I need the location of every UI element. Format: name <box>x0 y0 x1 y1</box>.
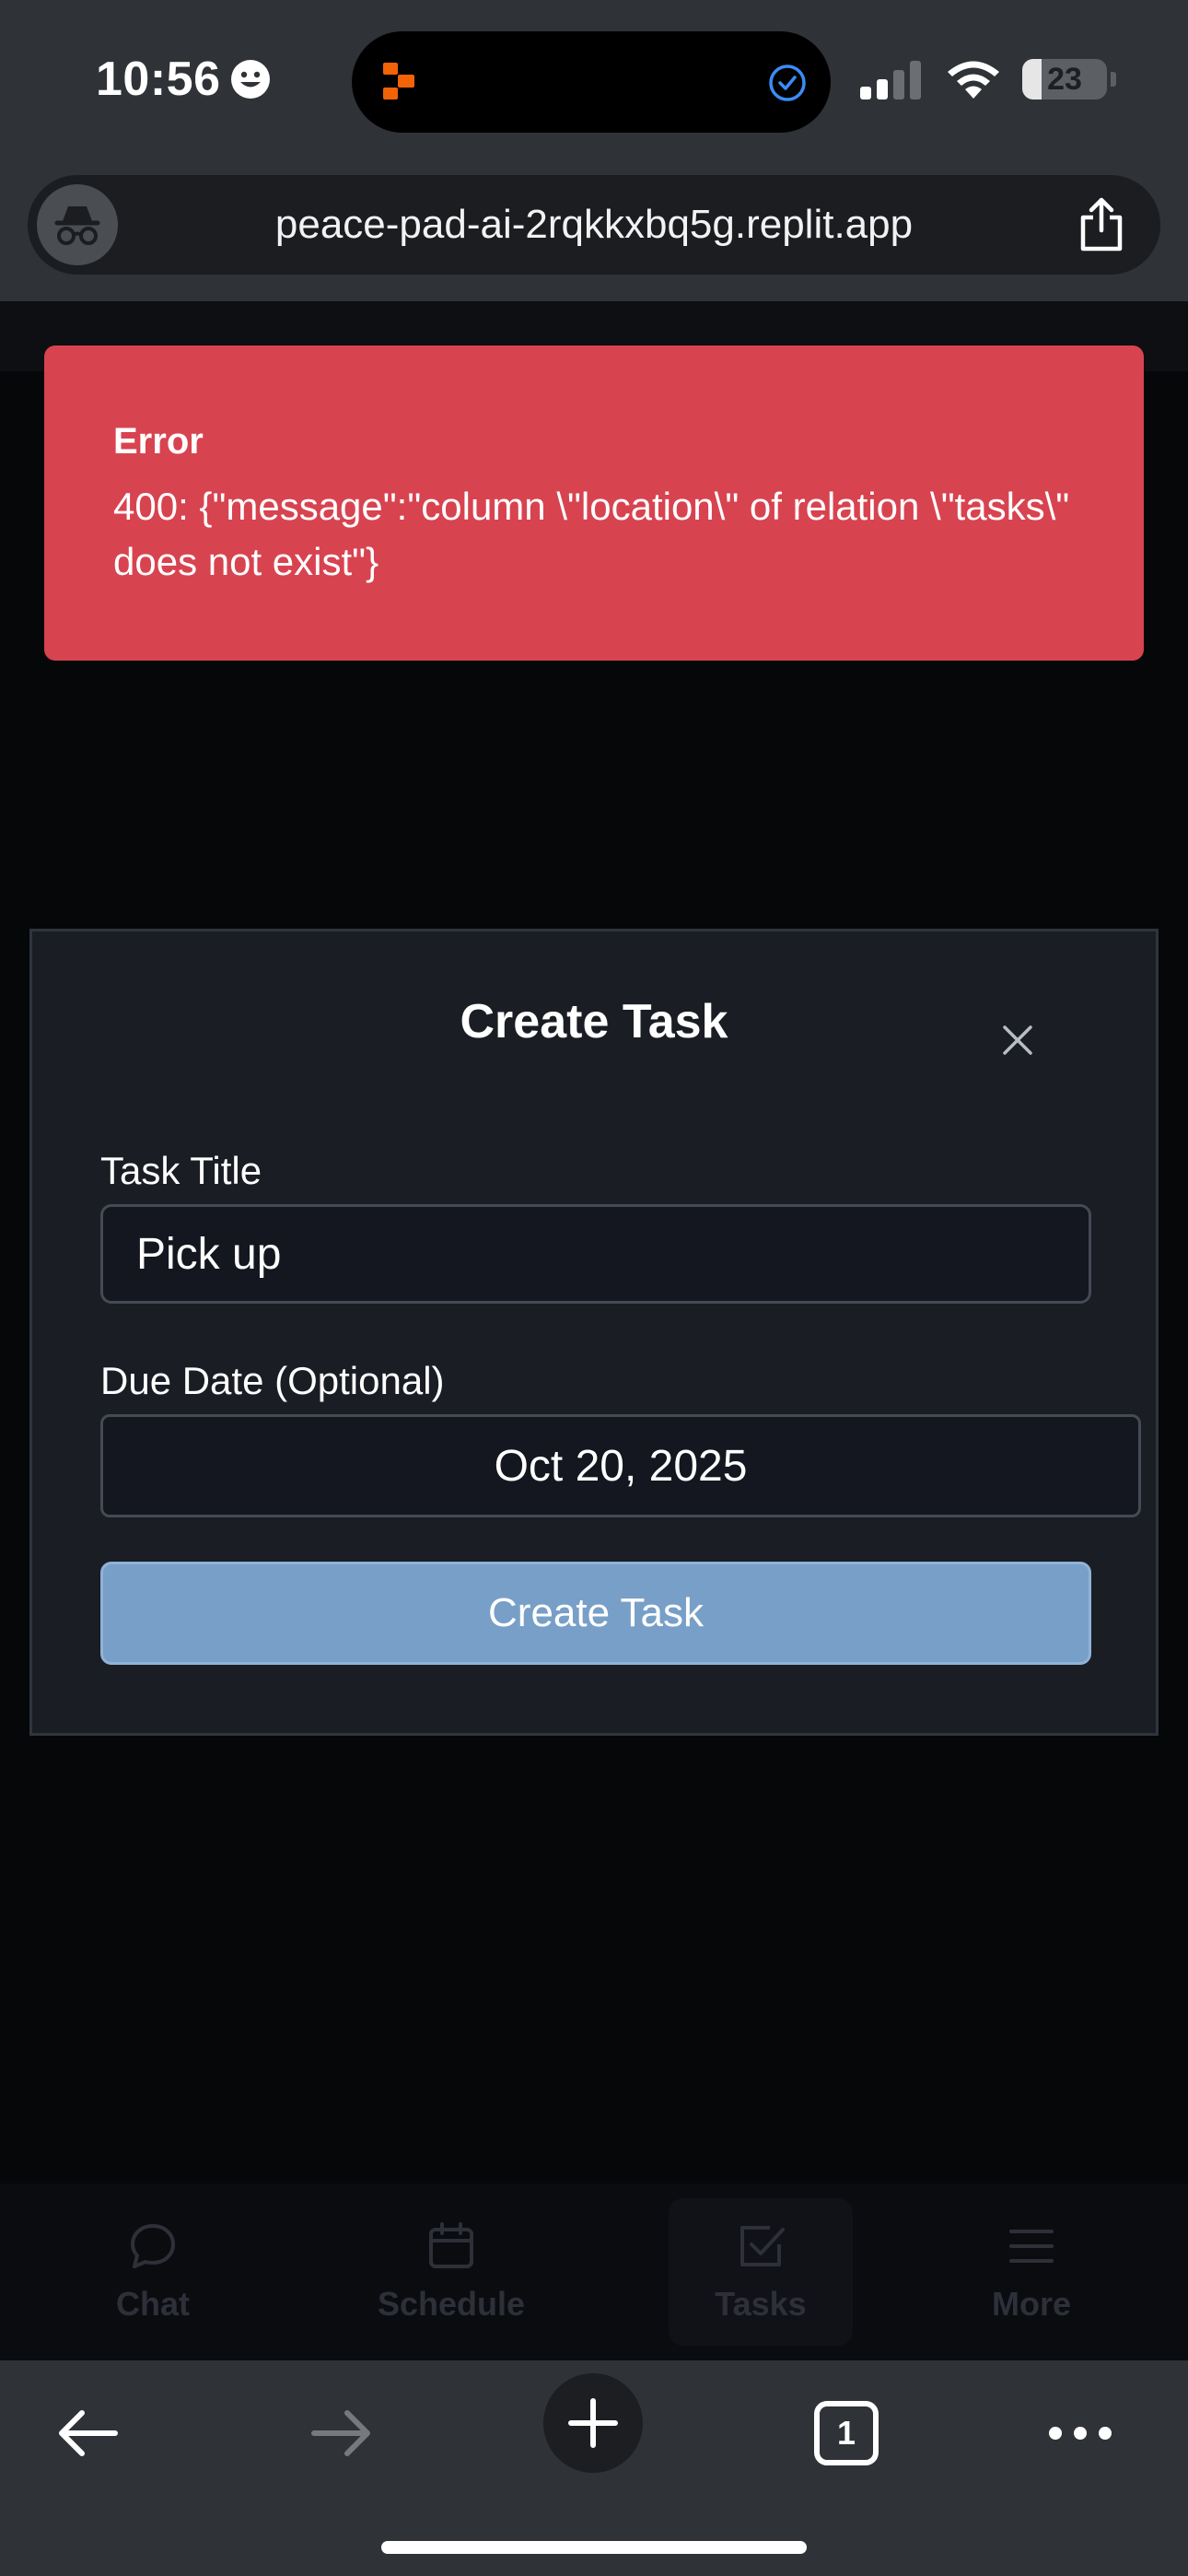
nav-label-more: More <box>991 2285 1071 2323</box>
due-date-value: Oct 20, 2025 <box>494 1441 748 1491</box>
dialog-title: Create Task <box>460 995 728 1048</box>
wifi-icon <box>948 61 999 99</box>
check-circle-icon <box>769 64 806 101</box>
nav-label-schedule: Schedule <box>377 2285 526 2323</box>
check-square-icon <box>740 2226 785 2266</box>
calendar-icon <box>429 2222 473 2268</box>
battery-level: 23 <box>1047 61 1082 97</box>
task-title-label: Task Title <box>100 1149 262 1192</box>
error-title: Error <box>113 421 204 462</box>
nav-item-chat[interactable]: Chat <box>61 2184 245 2360</box>
more-dots-icon <box>1049 2427 1112 2440</box>
status-indicators: 23 <box>858 53 1116 105</box>
incognito-icon[interactable] <box>37 184 118 265</box>
task-title-input[interactable] <box>100 1204 1091 1304</box>
due-date-picker[interactable]: Oct 20, 2025 <box>100 1414 1141 1517</box>
smiley-icon <box>230 60 270 99</box>
due-date-label: Due Date (Optional) <box>100 1359 445 1402</box>
app-bottom-nav: Chat Schedule Tasks More <box>0 2184 1188 2360</box>
signal-icon <box>860 61 921 100</box>
address-bar[interactable]: peace-pad-ai-2rqkkxbq5g.replit.app <box>28 175 1160 275</box>
nav-item-schedule[interactable]: Schedule <box>359 2184 543 2360</box>
forward-button[interactable] <box>291 2383 392 2484</box>
new-tab-button[interactable] <box>543 2373 643 2473</box>
dynamic-island <box>352 31 831 133</box>
battery-fill <box>1022 59 1042 100</box>
back-button[interactable] <box>37 2383 138 2484</box>
url-text[interactable]: peace-pad-ai-2rqkkxbq5g.replit.app <box>129 175 1059 275</box>
create-task-button[interactable]: Create Task <box>100 1562 1091 1665</box>
home-indicator[interactable] <box>381 2541 807 2554</box>
battery-icon: 23 <box>1022 59 1107 100</box>
close-icon[interactable] <box>997 1020 1038 1060</box>
forward-arrow-icon <box>311 2410 370 2456</box>
browser-top-bar: 10:56 23 peace-pad-ai-2rqkkxbq5g.replit.… <box>0 0 1188 301</box>
status-time-text: 10:56 <box>96 53 221 106</box>
tabs-icon: 1 <box>814 2401 879 2465</box>
error-message: 400: {"message":"column \"location\" of … <box>113 485 1070 583</box>
create-task-dialog: Create Task Task Title Due Date (Optiona… <box>29 929 1159 1736</box>
error-toast[interactable]: Error 400: {"message":"column \"location… <box>44 345 1144 661</box>
nav-label-tasks: Tasks <box>715 2285 807 2323</box>
chat-bubble-icon <box>131 2224 175 2268</box>
replit-logo-icon <box>383 63 414 100</box>
more-button[interactable] <box>1030 2383 1131 2484</box>
nav-item-more[interactable]: More <box>939 2184 1124 2360</box>
back-arrow-icon <box>59 2410 118 2456</box>
plus-icon <box>568 2398 618 2448</box>
battery-tip <box>1111 72 1116 87</box>
status-clock: 10:56 <box>96 46 271 112</box>
screen: 10:56 23 peace-pad-ai-2rqkkxbq5g.replit.… <box>0 0 1188 2576</box>
menu-icon <box>1009 2230 1054 2263</box>
nav-item-tasks[interactable]: Tasks <box>669 2198 853 2346</box>
share-icon[interactable] <box>1070 193 1133 256</box>
nav-label-chat: Chat <box>116 2285 190 2323</box>
tab-count: 1 <box>836 2414 856 2452</box>
tabs-button[interactable]: 1 <box>796 2383 897 2484</box>
